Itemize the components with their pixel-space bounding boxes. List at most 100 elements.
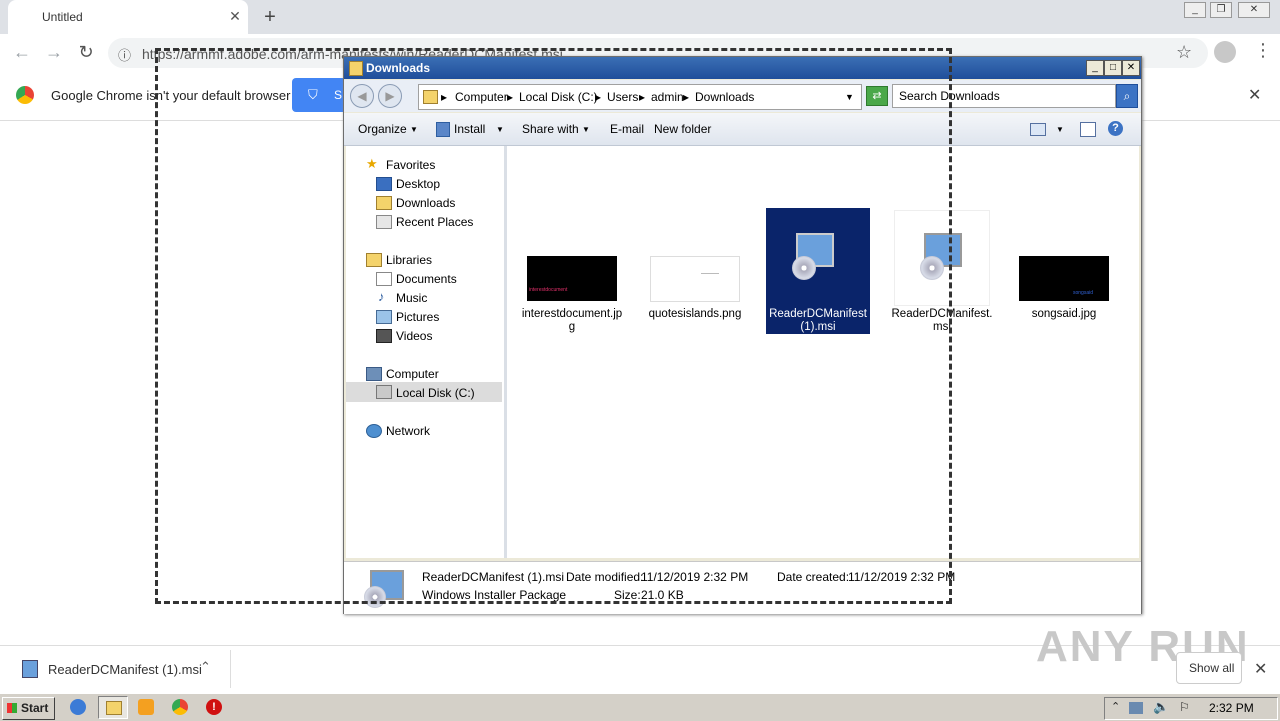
profile-avatar[interactable]	[1214, 41, 1236, 63]
date-created-value: 11/12/2019 2:32 PM	[848, 570, 956, 584]
email-button[interactable]: E-mail	[610, 122, 644, 136]
system-tray: ⌃ 🔈 ⚐ 2:32 PM	[1104, 697, 1278, 720]
nav-favorites[interactable]: Favorites	[386, 158, 435, 172]
explorer-close-button[interactable]: ✕	[1122, 60, 1140, 76]
nav-pictures[interactable]: Pictures	[396, 310, 439, 324]
breadcrumb-downloads[interactable]: Downloads	[695, 90, 754, 104]
date-modified-value: 11/12/2019 2:32 PM	[641, 570, 749, 584]
view-icon[interactable]	[1030, 123, 1046, 136]
minimize-button[interactable]: _	[1184, 2, 1206, 18]
download-shelf: ReaderDCManifest (1).msi ⌃ ANY RUN Show …	[0, 622, 1280, 693]
share-dropdown-icon[interactable]: ▼	[582, 125, 590, 134]
nav-documents[interactable]: Documents	[396, 272, 457, 286]
recent-places-icon	[376, 215, 392, 229]
shelf-divider	[230, 650, 231, 688]
nav-videos[interactable]: Videos	[396, 329, 432, 343]
volume-icon[interactable]: 🔈	[1153, 699, 1169, 715]
address-dropdown-icon[interactable]: ▼	[845, 92, 854, 102]
cd-icon	[792, 256, 816, 280]
explorer-breadcrumb[interactable]: ▸ Computer ▸ Local Disk (C:) ▸ Users ▸ a…	[418, 84, 862, 110]
infobar-close-icon[interactable]: ✕	[1248, 85, 1261, 105]
reload-icon[interactable]: ↻	[74, 40, 98, 64]
nav-local-disk[interactable]: Local Disk (C:)	[396, 386, 475, 400]
explorer-maximize-button[interactable]: □	[1104, 60, 1122, 76]
search-input[interactable]: Search Downloads	[892, 84, 1116, 108]
file-name: ReaderDCManifest.msi	[891, 308, 993, 333]
explorer-titlebar[interactable]: Downloads _ □ ✕	[344, 57, 1141, 79]
nav-network[interactable]: Network	[386, 424, 430, 438]
explorer-forward-icon[interactable]: ▶	[378, 84, 402, 108]
taskbar: Start ! ⌃ 🔈 ⚐ 2:32 PM	[0, 693, 1280, 721]
breadcrumb-computer[interactable]: Computer	[455, 90, 508, 104]
install-dropdown-icon[interactable]: ▼	[496, 125, 504, 134]
clock[interactable]: 2:32 PM	[1209, 701, 1254, 715]
search-placeholder: Search Downloads	[899, 89, 1000, 103]
refresh-icon[interactable]: ⇄	[866, 86, 888, 106]
nav-music[interactable]: Music	[396, 291, 427, 305]
explorer-taskbar-button[interactable]	[98, 696, 128, 719]
tab-close-icon[interactable]: ✕	[226, 7, 244, 25]
action-center-flag-icon[interactable]: ⚐	[1179, 700, 1190, 714]
breadcrumb-sep[interactable]: ▸	[507, 90, 513, 104]
info-icon[interactable]: ⓘ	[118, 45, 131, 64]
file-item-selected[interactable]: ReaderDCManifest (1).msi	[766, 208, 870, 334]
nav-computer[interactable]: Computer	[386, 367, 439, 381]
back-icon[interactable]: ←	[10, 40, 34, 64]
tray-expand-icon[interactable]: ⌃	[1111, 700, 1120, 713]
organize-dropdown-icon[interactable]: ▼	[410, 125, 418, 134]
forward-icon[interactable]: →	[42, 40, 66, 64]
nav-local-disk-row[interactable]: Local Disk (C:)	[346, 382, 502, 402]
nav-recent-places[interactable]: Recent Places	[396, 215, 473, 229]
organize-menu[interactable]: Organize	[358, 122, 407, 136]
media-player-icon[interactable]	[138, 699, 154, 715]
new-folder-button[interactable]: New folder	[654, 122, 711, 136]
file-name: ReaderDCManifest (1).msi	[769, 308, 867, 333]
file-list: interestdocument interestdocument.jpg qu…	[507, 146, 1139, 558]
breadcrumb-admin[interactable]: admin	[651, 90, 684, 104]
date-modified-label: Date modified:	[566, 570, 644, 584]
browser-tab[interactable]: Untitled ✕	[8, 0, 248, 34]
chrome-taskbar-icon[interactable]	[172, 699, 188, 715]
file-item[interactable]: interestdocument interestdocument.jpg	[520, 208, 624, 334]
folder-icon	[349, 61, 363, 76]
share-with-menu[interactable]: Share with	[522, 122, 579, 136]
navigation-pane: ★ Favorites Desktop Downloads Recent Pla…	[346, 146, 507, 558]
start-button[interactable]: Start	[2, 697, 55, 720]
size-value: 21.0 KB	[641, 588, 684, 602]
restore-button[interactable]: ❐	[1210, 2, 1232, 18]
breadcrumb-users[interactable]: Users	[607, 90, 638, 104]
explorer-minimize-button[interactable]: _	[1086, 60, 1104, 76]
ie-icon[interactable]	[70, 699, 86, 715]
nav-desktop[interactable]: Desktop	[396, 177, 440, 191]
breadcrumb-sep[interactable]: ▸	[441, 90, 447, 104]
breadcrumb-sep[interactable]: ▸	[683, 90, 689, 104]
menu-icon[interactable]: ⋮	[1254, 40, 1272, 61]
local-disk-icon	[376, 385, 392, 399]
view-dropdown-icon[interactable]: ▼	[1056, 125, 1064, 134]
nav-downloads[interactable]: Downloads	[396, 196, 455, 210]
preview-pane-icon[interactable]	[1080, 122, 1096, 137]
tab-title: Untitled	[42, 10, 83, 24]
shield-icon: ⛉	[308, 87, 318, 102]
file-item[interactable]: quotesislands.png	[643, 208, 747, 334]
close-window-button[interactable]: ✕	[1238, 2, 1270, 18]
show-all-button[interactable]: Show all	[1176, 652, 1242, 684]
network-tray-icon[interactable]	[1129, 702, 1143, 714]
shelf-close-icon[interactable]: ✕	[1254, 659, 1267, 679]
nav-libraries[interactable]: Libraries	[386, 253, 432, 267]
bookmark-star-icon[interactable]: ☆	[1176, 42, 1192, 63]
download-expand-icon[interactable]: ⌃	[200, 659, 211, 675]
explorer-window: Downloads _ □ ✕ ◀ ▶ ▸ Computer ▸ Local D…	[343, 56, 1142, 614]
install-button[interactable]: Install	[454, 122, 485, 136]
file-item[interactable]: songsaid songsaid.jpg	[1012, 208, 1116, 334]
breadcrumb-sep[interactable]: ▸	[639, 90, 645, 104]
new-tab-button[interactable]: +	[258, 5, 282, 29]
help-icon[interactable]: ?	[1108, 121, 1123, 136]
search-icon[interactable]: ⌕	[1116, 84, 1138, 108]
download-file-name[interactable]: ReaderDCManifest (1).msi	[48, 662, 202, 677]
explorer-back-icon[interactable]: ◀	[350, 84, 374, 108]
breadcrumb-local-disk[interactable]: Local Disk (C:)	[519, 90, 598, 104]
file-item[interactable]: ReaderDCManifest.msi	[890, 208, 994, 334]
breadcrumb-sep[interactable]: ▸	[595, 90, 601, 104]
stop-icon[interactable]: !	[206, 699, 222, 715]
